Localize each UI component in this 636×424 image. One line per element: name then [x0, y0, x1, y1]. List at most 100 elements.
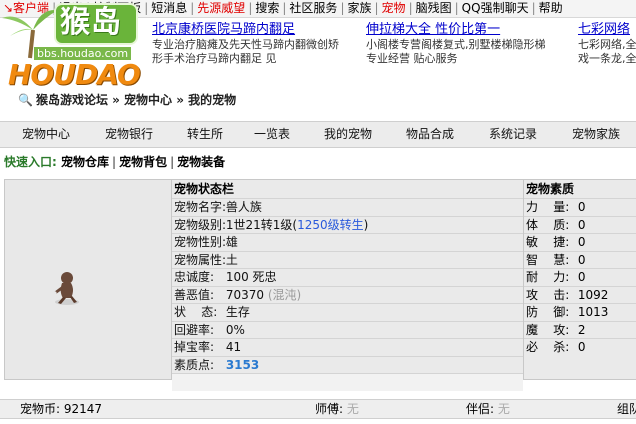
- ad-title-1[interactable]: 北京康桥医院马蹄内翻足: [152, 22, 362, 38]
- partner-value: 无: [497, 402, 510, 416]
- ad-title-3[interactable]: 七彩网络: [578, 22, 636, 38]
- tab-pet-center[interactable]: 宠物中心: [22, 122, 70, 147]
- pet-loyalty-value: 100 死忠: [225, 270, 277, 284]
- attribute-value: 0: [577, 270, 586, 284]
- attributes-panel-title: 宠物素质: [526, 182, 575, 196]
- magnifier-icon: 🔍: [18, 93, 33, 107]
- pet-name-value: 兽人族: [225, 200, 262, 214]
- attribute-value: 1092: [577, 287, 609, 302]
- quick-entry: 快速入口: 宠物仓库 | 宠物背包 | 宠物装备: [4, 154, 225, 170]
- quick-link-equipment[interactable]: 宠物装备: [177, 155, 225, 169]
- pet-points-value: 3153: [225, 357, 260, 372]
- tab-rebirth[interactable]: 转生所: [187, 122, 223, 147]
- attribute-label: 耐 力:: [526, 270, 570, 284]
- ad-line-3b: 戏一条龙,全: [578, 52, 636, 65]
- status-label: 善恶值:: [174, 287, 215, 302]
- attribute-label: 必 杀:: [526, 340, 570, 354]
- attribute-row: 耐 力: 0: [524, 268, 636, 286]
- status-label: 忠诚度:: [174, 270, 215, 284]
- pet-level-end: ): [363, 217, 369, 232]
- pet-gender-value: 雄: [225, 235, 238, 249]
- ad-block-3[interactable]: 七彩网络 七彩网络,全天 戏一条龙,全: [578, 22, 636, 66]
- master-label: 师傅:: [315, 402, 344, 416]
- ad-title-2[interactable]: 伸拉梯大全 性价比第一: [366, 22, 571, 38]
- pet-karma-note: (混沌): [267, 287, 302, 302]
- attribute-row: 智 慧: 0: [524, 250, 636, 269]
- tab-item-synthesis[interactable]: 物品合成: [406, 122, 454, 147]
- pet-evade-value: 0%: [225, 322, 245, 337]
- attribute-value: 0: [577, 217, 586, 232]
- attribute-row: 魔 攻: 2: [524, 320, 636, 339]
- attribute-label: 智 慧:: [526, 252, 570, 267]
- attribute-label: 体 质:: [526, 217, 570, 232]
- quick-link-warehouse[interactable]: 宠物仓库: [61, 155, 109, 169]
- ad-line-1a: 专业治疗脑瘫及先天性马蹄内翻微创矫: [152, 38, 339, 51]
- pet-coins: 宠物币: 92147: [20, 400, 102, 419]
- attribute-label: 魔 攻:: [526, 322, 570, 337]
- top-nav-item[interactable]: 社区服务: [286, 0, 340, 17]
- breadcrumb-text[interactable]: 猴岛游戏论坛 » 宠物中心 » 我的宠物: [36, 93, 236, 107]
- top-nav-item[interactable]: 搜索: [252, 0, 282, 17]
- attribute-value: 0: [577, 235, 586, 249]
- pet-state-value: 生存: [225, 305, 250, 319]
- status-label: 宠物性别:: [174, 235, 227, 249]
- site-logo[interactable]: 猴岛 bbs.houdao.com HOUDAO: [0, 0, 150, 92]
- status-row-level: 宠物级别: 1世21转1级(1250级转生): [172, 215, 523, 234]
- quick-entry-label: 快速入口:: [4, 155, 57, 169]
- top-nav-item[interactable]: 宠物: [379, 0, 409, 17]
- status-row-evade: 回避率: 0%: [172, 320, 523, 339]
- coins-value: 92147: [63, 402, 103, 416]
- master-info: 师傅: 无: [315, 400, 359, 419]
- attribute-rows: 力 量: 0体 质: 0敏 捷: 0智 慧: 0耐 力: 0攻 击: 1092 防…: [524, 198, 636, 356]
- logo-en-text: HOUDAO: [8, 58, 141, 91]
- partner-info: 伴侣: 无: [466, 400, 510, 419]
- partner-label: 伴侣:: [466, 402, 495, 416]
- status-label: 宠物名字:: [174, 200, 227, 214]
- attribute-value: 0: [577, 340, 586, 354]
- pet-karma-value: 70370: [225, 287, 265, 302]
- tab-my-pet[interactable]: 我的宠物: [324, 122, 372, 147]
- pet-attributes-panel: 宠物素质 力 量: 0体 质: 0敏 捷: 0智 慧: 0耐 力: 0攻 击: …: [524, 179, 636, 380]
- ad-line-1b: 形手术治疗马蹄内翻足 见: [152, 52, 277, 65]
- top-nav-item[interactable]: 家族: [344, 0, 374, 17]
- top-nav-item[interactable]: 短消息: [148, 0, 190, 17]
- top-nav-item[interactable]: 帮助: [536, 0, 566, 17]
- status-label: 素质点:: [174, 357, 215, 372]
- status-label: 回避率:: [174, 322, 215, 337]
- ad-line-2a: 小阁楼专营阁楼复式,别墅楼梯隐形梯: [366, 38, 546, 51]
- attribute-row: 防 御: 1013: [524, 303, 636, 321]
- pet-drop-value: 41: [225, 340, 242, 354]
- attribute-value: 2: [577, 322, 586, 337]
- top-nav-item[interactable]: QQ强制聊天: [459, 0, 532, 17]
- ad-block-2[interactable]: 伸拉梯大全 性价比第一 小阁楼专营阁楼复式,别墅楼梯隐形梯 专业经营 贴心服务: [366, 22, 571, 66]
- attribute-label: 力 量:: [526, 200, 570, 214]
- pet-image-area: [4, 179, 172, 380]
- tab-system-log[interactable]: 系统记录: [489, 122, 537, 147]
- attribute-row: 敏 捷: 0: [524, 233, 636, 251]
- pet-level-value: 1世21转1级(: [225, 217, 298, 232]
- attribute-row: 攻 击: 1092: [524, 285, 636, 304]
- tab-pet-family[interactable]: 宠物家族: [572, 122, 620, 147]
- top-nav-item[interactable]: 先源威望: [194, 0, 248, 17]
- status-row-empty: [172, 373, 523, 391]
- top-nav-item[interactable]: 脑残图: [413, 0, 455, 17]
- status-row-drop: 掉宝率: 41: [172, 338, 523, 356]
- status-label: 状 态:: [174, 305, 218, 319]
- pet-sprite-icon: [53, 272, 79, 305]
- group-info: 组队: [617, 402, 636, 416]
- status-label: 宠物级别:: [174, 217, 227, 232]
- quick-separator: |: [170, 155, 175, 169]
- breadcrumb: 🔍 猴岛游戏论坛 » 宠物中心 » 我的宠物: [18, 92, 236, 108]
- attribute-value: 0: [577, 200, 586, 214]
- tab-overview[interactable]: 一览表: [254, 122, 290, 147]
- rebirth-link[interactable]: 1250级转生: [297, 218, 364, 232]
- attribute-row: 力 量: 0: [524, 198, 636, 216]
- status-row-element: 宠物属性: 土: [172, 250, 523, 269]
- status-label: 宠物属性:: [174, 252, 227, 267]
- pet-status-panel: 宠物状态栏 宠物名字: 兽人族 宠物级别: 1世21转1级(1250级转生) 宠…: [172, 179, 524, 391]
- attribute-label: 攻 击:: [526, 287, 570, 302]
- tab-pet-bank[interactable]: 宠物银行: [105, 122, 153, 147]
- ad-block-1[interactable]: 北京康桥医院马蹄内翻足 专业治疗脑瘫及先天性马蹄内翻微创矫 形手术治疗马蹄内翻足…: [152, 22, 362, 66]
- quick-link-backpack[interactable]: 宠物背包: [119, 155, 167, 169]
- status-row-karma: 善恶值: 70370 (混沌): [172, 285, 523, 304]
